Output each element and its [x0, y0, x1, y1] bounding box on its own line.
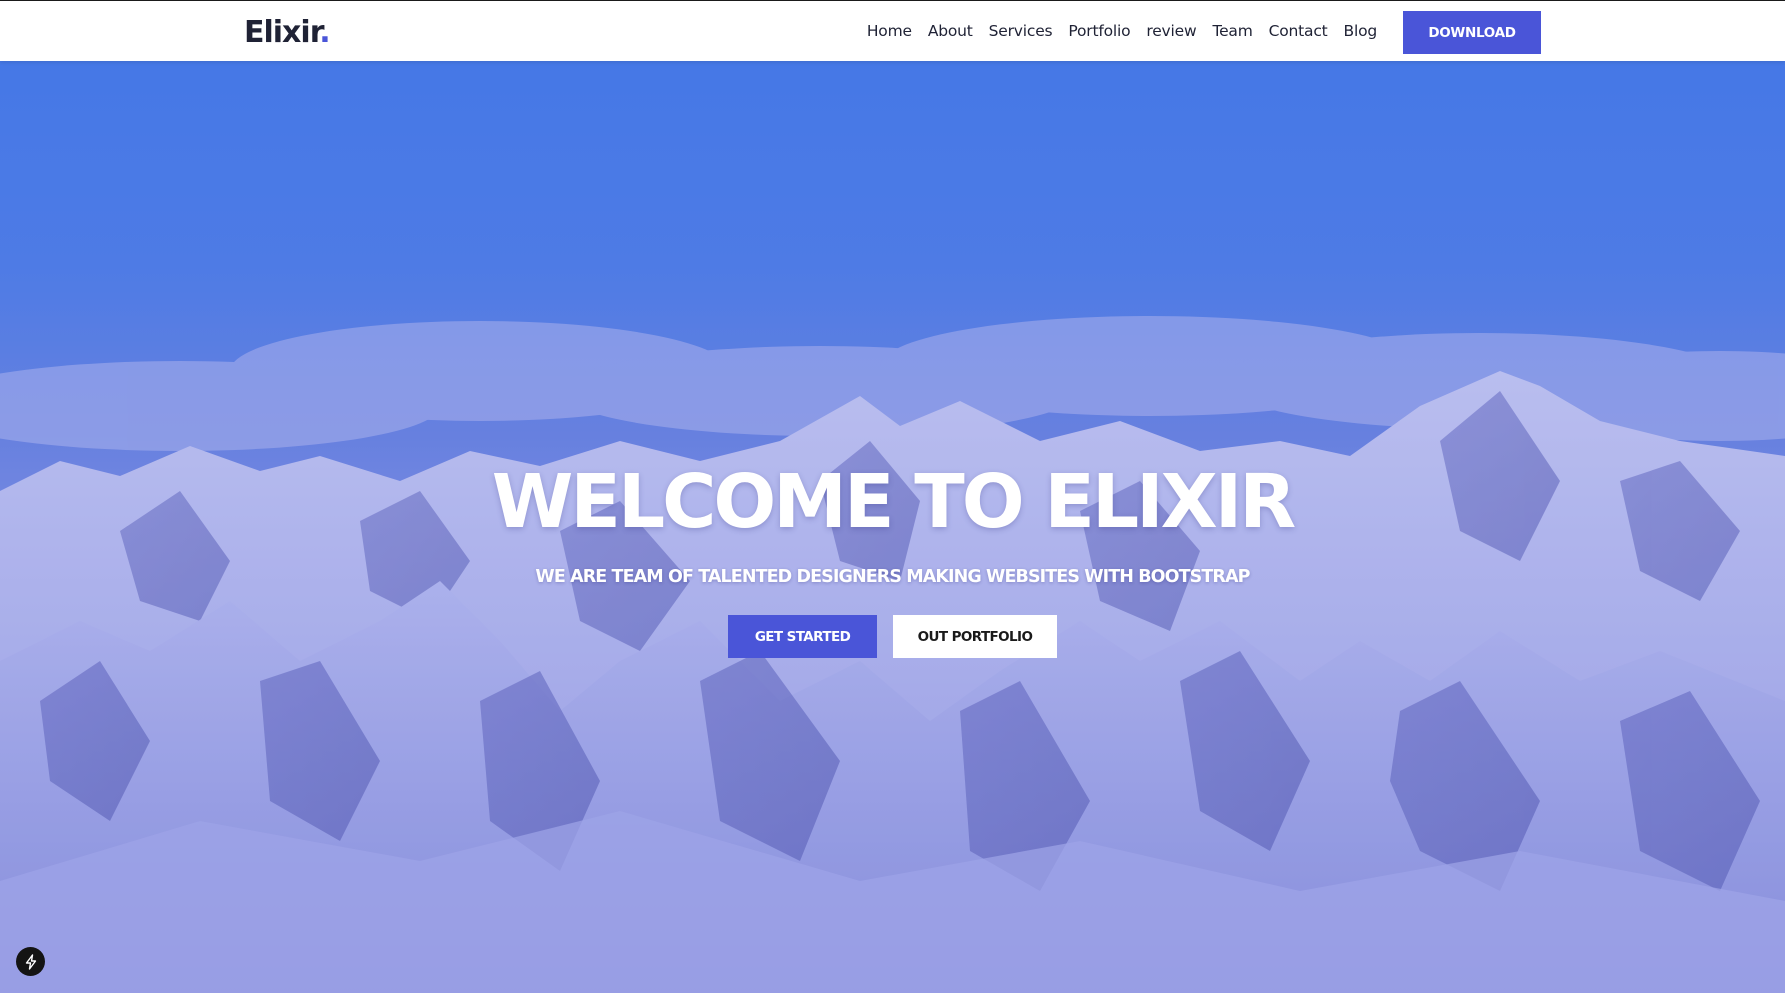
hero-section: WELCOME TO ELIXIR WE ARE TEAM OF TALENTE…: [0, 61, 1785, 993]
bolt-glyph: [25, 953, 36, 970]
logo-text: Elixir: [244, 15, 320, 50]
download-button[interactable]: DOWNLOAD: [1403, 11, 1541, 54]
nav-link-review[interactable]: review: [1146, 22, 1196, 40]
hero-subtitle: WE ARE TEAM OF TALENTED DESIGNERS MAKING…: [535, 567, 1250, 587]
hero-title: WELCOME TO ELIXIR: [491, 459, 1296, 545]
portfolio-button[interactable]: OUT PORTFOLIO: [893, 615, 1057, 658]
nav-link-blog[interactable]: Blog: [1344, 22, 1378, 40]
get-started-button[interactable]: GET STARTED: [728, 615, 877, 658]
site-logo[interactable]: Elixir.: [244, 15, 331, 50]
lightning-bolt-icon[interactable]: [16, 947, 45, 976]
nav-link-about[interactable]: About: [928, 22, 973, 40]
logo-dot: .: [319, 15, 330, 50]
nav-link-services[interactable]: Services: [989, 22, 1053, 40]
nav-link-team[interactable]: Team: [1212, 22, 1252, 40]
nav-link-portfolio[interactable]: Portfolio: [1068, 22, 1130, 40]
nav-link-home[interactable]: Home: [867, 22, 912, 40]
main-nav: Home About Services Portfolio review Tea…: [867, 1, 1377, 62]
site-header: Elixir. Home About Services Portfolio re…: [0, 0, 1785, 61]
nav-link-contact[interactable]: Contact: [1269, 22, 1328, 40]
